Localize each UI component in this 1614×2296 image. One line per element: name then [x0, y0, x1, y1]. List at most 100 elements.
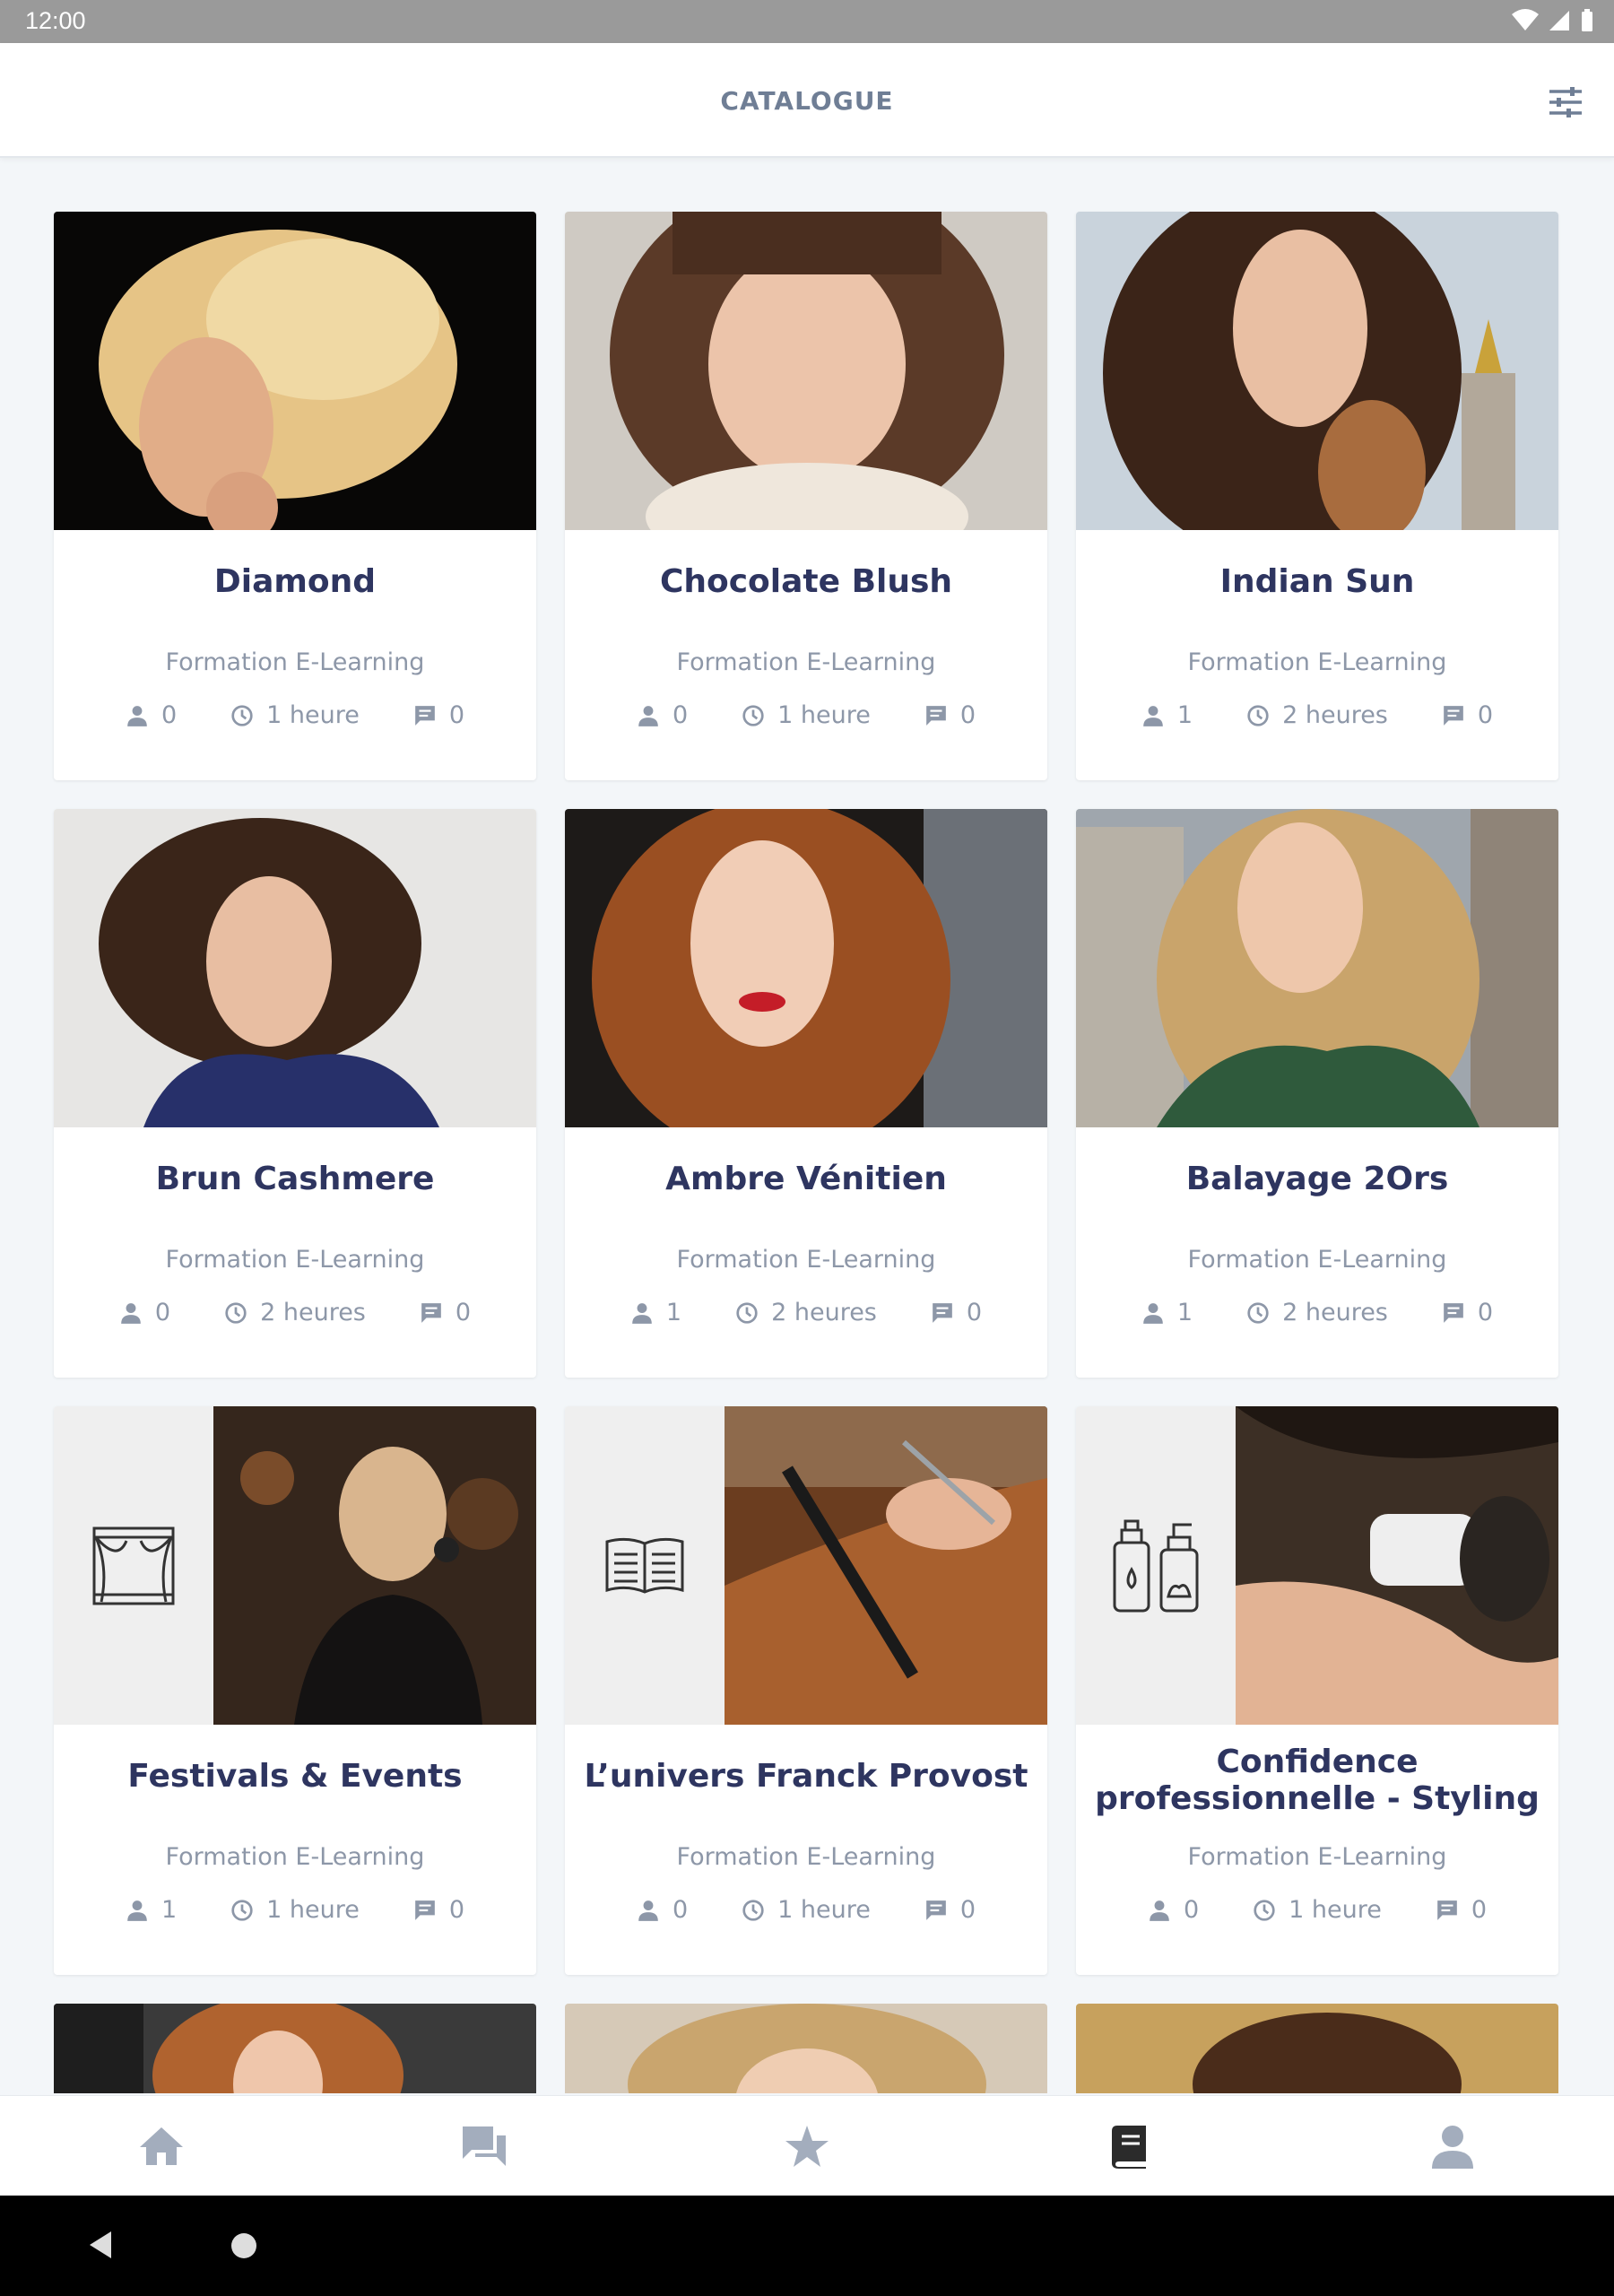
comment-count: 0: [1477, 1299, 1494, 1326]
clock-icon: [1254, 1899, 1275, 1921]
learners-icon: [1143, 1302, 1163, 1324]
course-card[interactable]: Brun Cashmere Formation E-Learning 0 2 h…: [54, 809, 536, 1378]
learner-count: 0: [1183, 1896, 1200, 1924]
clock-icon: [231, 704, 253, 726]
course-type: Formation E-Learning: [165, 1246, 425, 1274]
clock-icon: [225, 1301, 247, 1324]
course-card[interactable]: Chocolate Blush Formation E-Learning 0 1…: [565, 212, 1047, 780]
theater-icon: [92, 1526, 175, 1605]
course-card[interactable]: Festivals & Events Formation E-Learning …: [54, 1406, 536, 1975]
signal-icon: [1549, 11, 1569, 30]
learner-count: 0: [154, 1299, 171, 1326]
comment-icon: [926, 1900, 946, 1920]
learner-count: 1: [1176, 701, 1193, 729]
course-card-partial[interactable]: [565, 2004, 1047, 2093]
comment-icon: [1444, 1302, 1463, 1323]
learners-icon: [632, 1302, 652, 1324]
course-type: Formation E-Learning: [676, 1246, 936, 1274]
comment-icon: [415, 1900, 435, 1920]
nav-messages[interactable]: [323, 2096, 646, 2196]
course-type: Formation E-Learning: [1187, 1246, 1447, 1274]
learner-count: 1: [665, 1299, 682, 1326]
course-title: Chocolate Blush: [659, 563, 953, 600]
course-card-partial[interactable]: [54, 2004, 536, 2093]
clock-icon: [1247, 704, 1269, 726]
comment-count: 0: [1471, 1896, 1488, 1924]
course-duration: 1 heure: [266, 1896, 360, 1924]
course-image: [565, 1406, 1047, 1725]
course-stats: 1 1 heure 0: [54, 1896, 536, 1924]
course-stats: 1 2 heures 0: [565, 1299, 1047, 1326]
course-title: Brun Cashmere: [155, 1161, 435, 1197]
catalogue-book-icon: [1112, 2125, 1146, 2169]
course-card[interactable]: L’univers Franck Provost Formation E-Lea…: [565, 1406, 1047, 1975]
course-image: [1076, 212, 1558, 530]
comment-count: 0: [959, 701, 976, 729]
course-image: [1076, 809, 1558, 1127]
course-title: Confidence professionnelle - Styling: [1095, 1744, 1540, 1817]
course-image: [1076, 1406, 1558, 1725]
course-duration: 2 heures: [771, 1299, 877, 1326]
course-image: [565, 809, 1047, 1127]
course-type: Formation E-Learning: [676, 648, 936, 676]
course-card[interactable]: Indian Sun Formation E-Learning 1 2 heur…: [1076, 212, 1558, 780]
clock-icon: [742, 1899, 764, 1921]
comment-count: 0: [966, 1299, 983, 1326]
star-icon: [785, 2125, 829, 2167]
status-bar: 12:00: [0, 0, 1614, 43]
course-image: [54, 212, 536, 530]
comment-count: 0: [448, 701, 465, 729]
status-time: 12:00: [25, 7, 86, 34]
comment-icon: [1444, 705, 1463, 726]
back-icon[interactable]: [86, 2230, 113, 2260]
learner-count: 0: [161, 701, 178, 729]
learner-count: 1: [1176, 1299, 1193, 1326]
wifi-icon: [1512, 9, 1539, 30]
course-card[interactable]: Diamond Formation E-Learning 0 1 heure 0: [54, 212, 536, 780]
clock-icon: [231, 1899, 253, 1921]
learners-icon: [638, 1900, 658, 1921]
nav-favorites[interactable]: [646, 2096, 968, 2196]
profile-icon: [1432, 2125, 1473, 2169]
course-title: Indian Sun: [1219, 563, 1415, 600]
comment-count: 0: [455, 1299, 472, 1326]
course-duration: 2 heures: [1282, 1299, 1388, 1326]
course-duration: 1 heure: [777, 701, 871, 729]
course-stats: 0 1 heure 0: [54, 701, 536, 729]
clock-icon: [736, 1301, 758, 1324]
course-duration: 1 heure: [1289, 1896, 1382, 1924]
learner-count: 0: [672, 701, 689, 729]
course-title: Ambre Vénitien: [665, 1161, 947, 1197]
course-duration: 1 heure: [266, 701, 360, 729]
comment-count: 0: [448, 1896, 465, 1924]
comment-icon: [421, 1302, 441, 1323]
course-stats: 1 2 heures 0: [1076, 701, 1558, 729]
chat-icon: [463, 2126, 506, 2166]
course-card-partial[interactable]: [1076, 2004, 1558, 2093]
book-icon: [605, 1537, 684, 1594]
nav-profile[interactable]: [1291, 2096, 1614, 2196]
course-image: [54, 809, 536, 1127]
course-type: Formation E-Learning: [676, 1843, 936, 1871]
course-stats: 0 2 heures 0: [54, 1299, 536, 1326]
course-image: [54, 1406, 536, 1725]
comment-icon: [933, 1302, 952, 1323]
bottles-icon: [1113, 1519, 1199, 1612]
course-type: Formation E-Learning: [165, 648, 425, 676]
home-icon: [140, 2126, 183, 2165]
nav-home[interactable]: [0, 2096, 323, 2196]
learners-icon: [127, 1900, 147, 1921]
filter-sliders-icon: [1549, 87, 1582, 117]
bottom-nav: [0, 2095, 1614, 2196]
filter-button[interactable]: [1544, 81, 1587, 124]
home-circle-icon[interactable]: [230, 2231, 258, 2260]
course-card[interactable]: Confidence professionnelle - Styling For…: [1076, 1406, 1558, 1975]
course-image: [565, 212, 1047, 530]
learners-icon: [121, 1302, 141, 1324]
course-title: Balayage 2Ors: [1185, 1161, 1449, 1197]
course-card[interactable]: Balayage 2Ors Formation E-Learning 1 2 h…: [1076, 809, 1558, 1378]
clock-icon: [742, 704, 764, 726]
nav-catalogue[interactable]: [968, 2096, 1291, 2196]
comment-icon: [926, 705, 946, 726]
course-card[interactable]: Ambre Vénitien Formation E-Learning 1 2 …: [565, 809, 1047, 1378]
